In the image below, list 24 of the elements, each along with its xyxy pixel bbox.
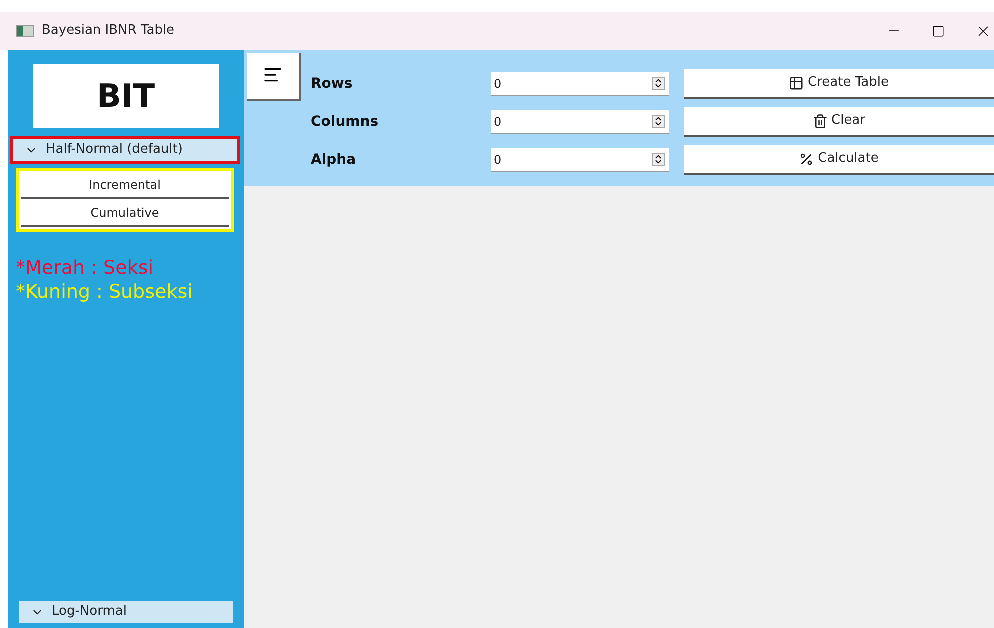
spinner-icon[interactable] [652,77,665,90]
field-label: Columns [311,112,380,132]
field-label: Rows [311,74,354,94]
menu-button[interactable] [247,53,301,101]
spin-field[interactable]: 0 [491,110,669,134]
action-button[interactable]: Clear [684,107,994,137]
spinner-icon[interactable] [652,115,665,128]
window-title: Bayesian IBNR Table [42,22,175,40]
percent-icon [799,152,814,166]
spin-field[interactable]: 0 [491,72,669,96]
trash-icon [812,114,828,128]
maximize-icon[interactable] [932,24,945,38]
field-label: Alpha [311,150,358,170]
action-button[interactable]: Create Table [684,69,994,99]
spinner-icon[interactable] [652,153,665,166]
action-button[interactable]: Calculate [684,145,994,175]
table-icon [789,76,804,90]
legend-text: *Merah : Seksi [16,256,154,280]
logo: BIT [33,64,219,128]
legend-text: *Kuning : Subseksi [16,280,194,304]
section-header[interactable]: Half-Normal (default) [13,139,237,161]
app-icon [16,25,34,37]
section-header[interactable]: Log-Normal [19,601,233,623]
spin-field[interactable]: 0 [491,148,669,172]
